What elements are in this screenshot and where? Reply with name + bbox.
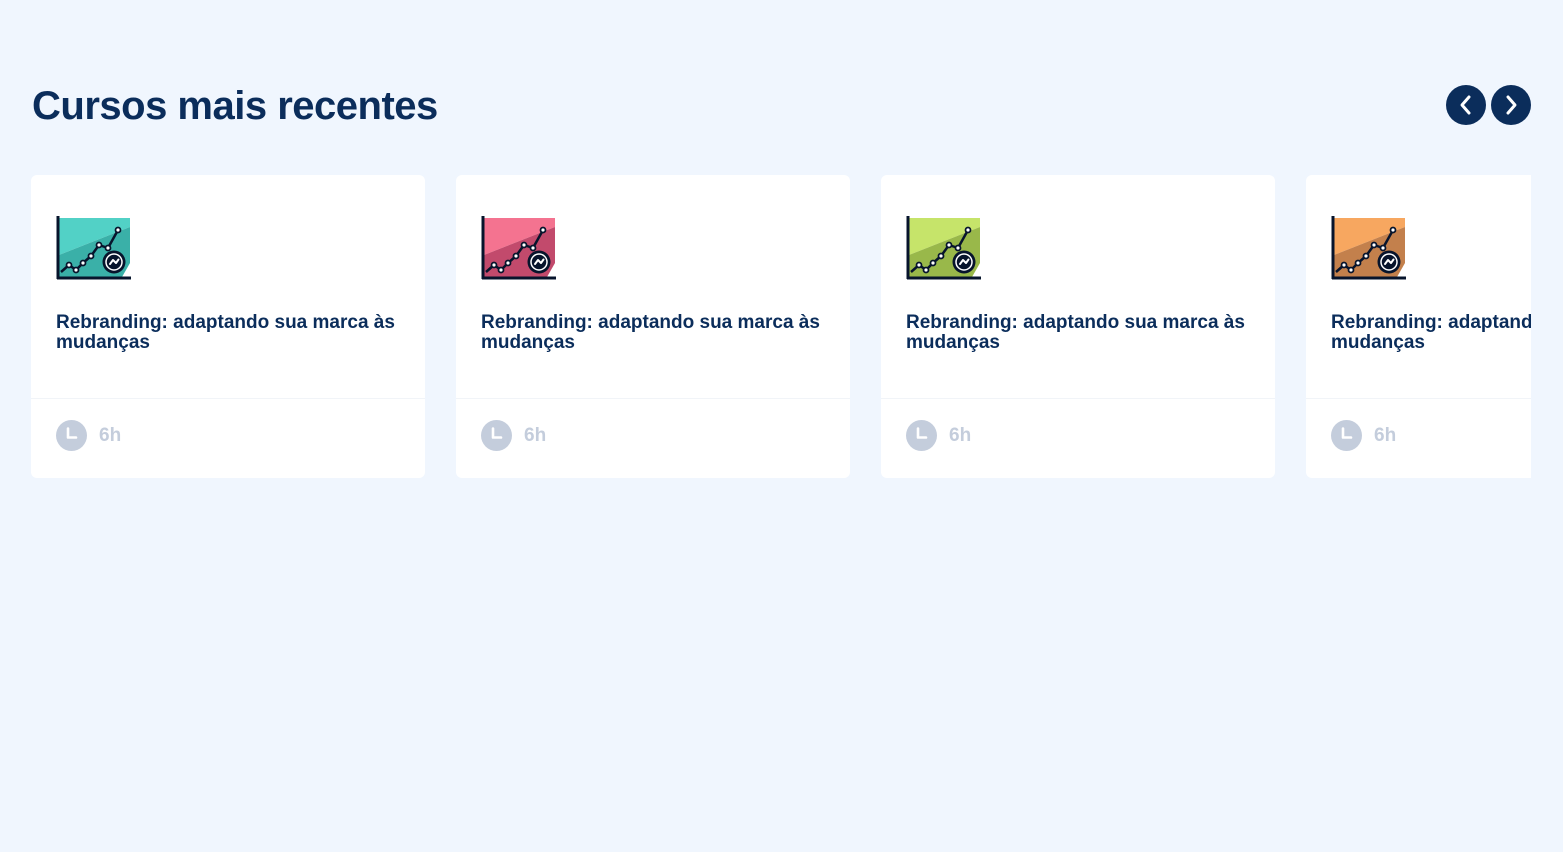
course-title: Rebranding: adaptando sua marca às mudan…	[56, 312, 395, 353]
course-card[interactable]: Rebranding: adaptando sua marca às mudan…	[31, 175, 425, 478]
clock-icon	[481, 420, 512, 451]
course-title: Rebranding: adaptando sua marca às mudan…	[1331, 312, 1531, 353]
carousel-next-button[interactable]	[1491, 85, 1531, 125]
card-divider	[1306, 398, 1531, 399]
clock-icon	[56, 420, 87, 451]
card-footer: 6h	[906, 420, 971, 451]
section-title: Cursos mais recentes	[32, 84, 438, 128]
card-footer: 6h	[1331, 420, 1396, 451]
carousel-prev-button[interactable]	[1446, 85, 1486, 125]
card-footer: 6h	[56, 420, 121, 451]
course-card[interactable]: Rebranding: adaptando sua marca às mudan…	[456, 175, 850, 478]
course-title: Rebranding: adaptando sua marca às mudan…	[906, 312, 1245, 353]
course-carousel: Rebranding: adaptando sua marca às mudan…	[31, 175, 1531, 479]
course-title: Rebranding: adaptando sua marca às mudan…	[481, 312, 820, 353]
clock-icon	[906, 420, 937, 451]
card-footer: 6h	[481, 420, 546, 451]
carousel-track: Rebranding: adaptando sua marca às mudan…	[31, 175, 1531, 478]
card-divider	[456, 398, 850, 399]
growth-chart-icon	[56, 216, 131, 280]
growth-chart-icon	[906, 216, 981, 280]
growth-chart-icon	[1331, 216, 1406, 280]
clock-icon	[1331, 420, 1362, 451]
course-duration: 6h	[949, 424, 972, 446]
chevron-right-icon	[1506, 95, 1517, 115]
course-card[interactable]: Rebranding: adaptando sua marca às mudan…	[1306, 175, 1531, 478]
card-divider	[881, 398, 1275, 399]
course-duration: 6h	[1374, 424, 1397, 446]
card-divider	[31, 398, 425, 399]
course-duration: 6h	[524, 424, 547, 446]
course-duration: 6h	[99, 424, 122, 446]
course-card[interactable]: Rebranding: adaptando sua marca às mudan…	[881, 175, 1275, 478]
growth-chart-icon	[481, 216, 556, 280]
chevron-left-icon	[1460, 95, 1471, 115]
